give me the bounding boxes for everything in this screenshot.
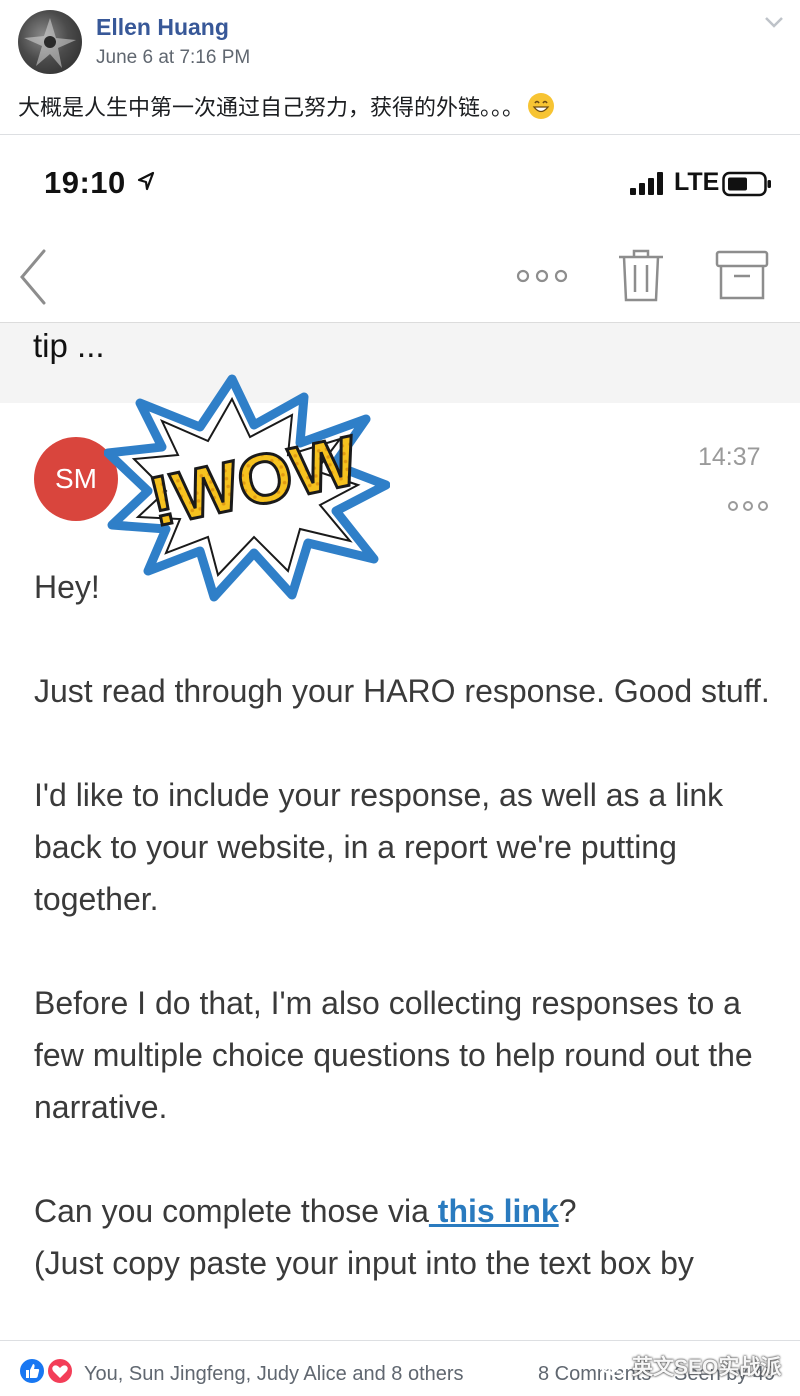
signal-bars-icon: [630, 172, 663, 195]
post-header: Ellen Huang June 6 at 7:16 PM 大概是人生中第一次通…: [0, 0, 800, 135]
email-paragraph: Before I do that, I'm also collecting re…: [34, 985, 753, 1125]
more-dots-icon[interactable]: [514, 267, 570, 285]
email-paragraph: (Just copy paste your input into the tex…: [34, 1245, 694, 1281]
this-link[interactable]: this link: [429, 1193, 559, 1229]
post-text-content: 大概是人生中第一次通过自己努力，获得的外链。。。: [18, 95, 525, 120]
post-text: 大概是人生中第一次通过自己努力，获得的外链。。。: [18, 90, 555, 122]
email-text: Can you complete those via: [34, 1193, 429, 1229]
more-dots-icon[interactable]: [726, 499, 770, 513]
like-icon[interactable]: [18, 1357, 46, 1385]
back-chevron-icon[interactable]: [16, 247, 50, 307]
chevron-down-icon[interactable]: [762, 12, 786, 32]
archive-icon[interactable]: [714, 249, 770, 301]
email-body: Hey! Just read through your HARO respons…: [34, 561, 774, 1340]
network-type: LTE: [674, 168, 720, 196]
email-paragraph: Just read through your HARO response. Go…: [34, 673, 770, 709]
email-screenshot[interactable]: 19:10 LTE tip ... SM !WOW 14:37 Hey! Jus…: [0, 135, 800, 1340]
watermark: 英文SEO实战派: [600, 1351, 781, 1381]
email-greeting: Hey!: [34, 569, 100, 605]
mail-toolbar: [0, 235, 800, 323]
reactors-text[interactable]: You, Sun Jingfeng, Judy Alice and 8 othe…: [84, 1363, 464, 1386]
email-paragraph: I'd like to include your response, as we…: [34, 777, 724, 917]
post-timestamp[interactable]: June 6 at 7:16 PM: [96, 47, 250, 69]
reactions-footer: You, Sun Jingfeng, Judy Alice and 8 othe…: [0, 1340, 800, 1396]
location-arrow-icon: [137, 171, 155, 191]
author-avatar[interactable]: [18, 10, 82, 74]
battery-icon: [722, 171, 771, 197]
grin-emoji-icon: [528, 93, 555, 119]
love-icon[interactable]: [46, 1357, 74, 1385]
watermark-text: 英文SEO实战派: [632, 1356, 782, 1379]
trash-icon[interactable]: [616, 247, 666, 303]
email-paragraph: Can you complete those via this link?: [34, 1185, 774, 1237]
status-time: 19:10: [44, 165, 126, 200]
wechat-icon: [600, 1356, 626, 1377]
email-text: ?: [558, 1193, 577, 1229]
author-name[interactable]: Ellen Huang: [96, 14, 229, 41]
email-subject-preview: tip ...: [33, 327, 105, 364]
message-time: 14:37: [698, 443, 761, 471]
